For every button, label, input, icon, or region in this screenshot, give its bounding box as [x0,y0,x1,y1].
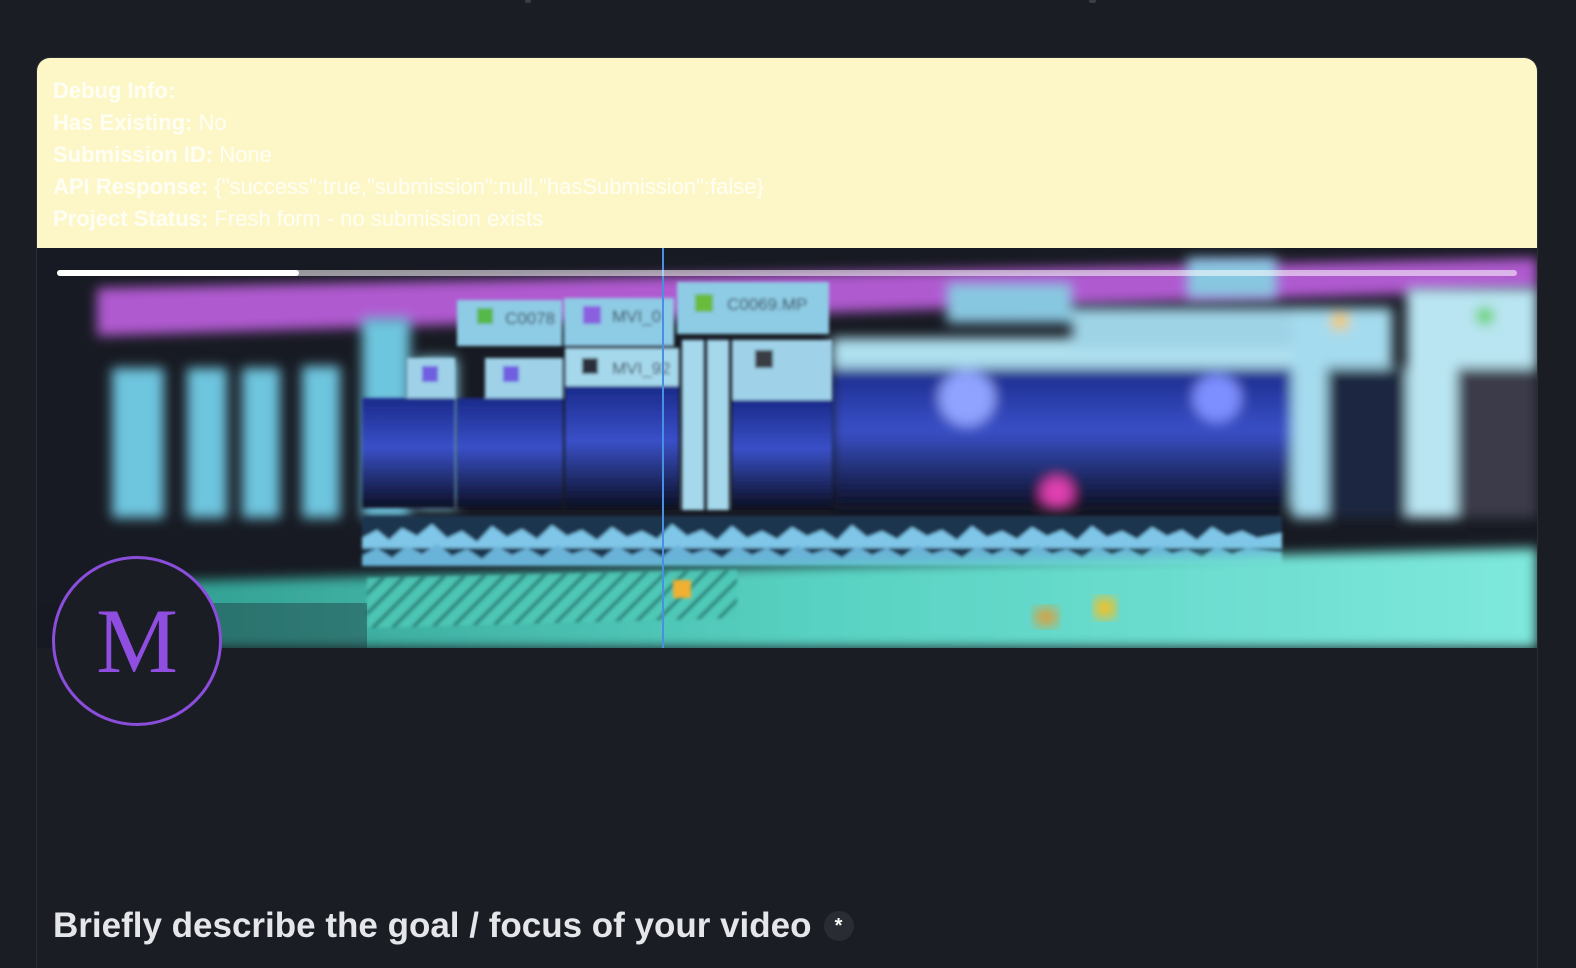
required-asterisk-badge: * [823,911,854,941]
clip-label: C0078 [505,309,555,328]
question-text: Briefly describe the goal / focus of you… [53,906,812,945]
clip-label: MVI_92 [612,359,671,378]
debug-key: API Response: [53,174,209,199]
debug-key: Submission ID: [53,142,214,167]
debug-row-submission-id: Submission ID: None [53,139,1521,171]
debug-row-has-existing: Has Existing: No [53,107,1521,139]
debug-title: Debug Info: [53,78,176,103]
debug-row-api-response: API Response: {"success":true,"submissio… [53,171,1521,203]
debug-row-project-status: Project Status: Fresh form - no submissi… [53,203,1521,235]
clip-label: C0069.MP [727,295,807,314]
banner-progress-bar [57,270,1517,276]
banner-image: C0078 MVI_0 C0069.MP MVI_92 [37,248,1537,648]
logo-letter: M [96,590,178,692]
channel-logo-avatar: M [52,556,222,726]
top-cut-glyph [525,0,531,3]
debug-value: Fresh form - no submission exists [214,206,544,231]
page: Debug Info: Has Existing: No Submission … [0,0,1576,968]
form-card: Debug Info: Has Existing: No Submission … [36,57,1538,968]
debug-value: {"success":true,"submission":null,"hasSu… [214,174,764,199]
banner-progress-fill [57,270,300,276]
timeline-illustration: C0078 MVI_0 C0069.MP MVI_92 [37,248,1537,648]
debug-info-panel: Debug Info: Has Existing: No Submission … [37,58,1537,248]
top-strip [0,0,1576,56]
clip-label: MVI_0 [612,307,661,326]
debug-value: No [198,110,227,135]
debug-value: None [219,142,272,167]
top-cut-glyph [1089,0,1096,3]
question-label: Briefly describe the goal / focus of you… [53,906,854,946]
debug-key: Project Status: [53,206,209,231]
debug-key: Has Existing: [53,110,193,135]
